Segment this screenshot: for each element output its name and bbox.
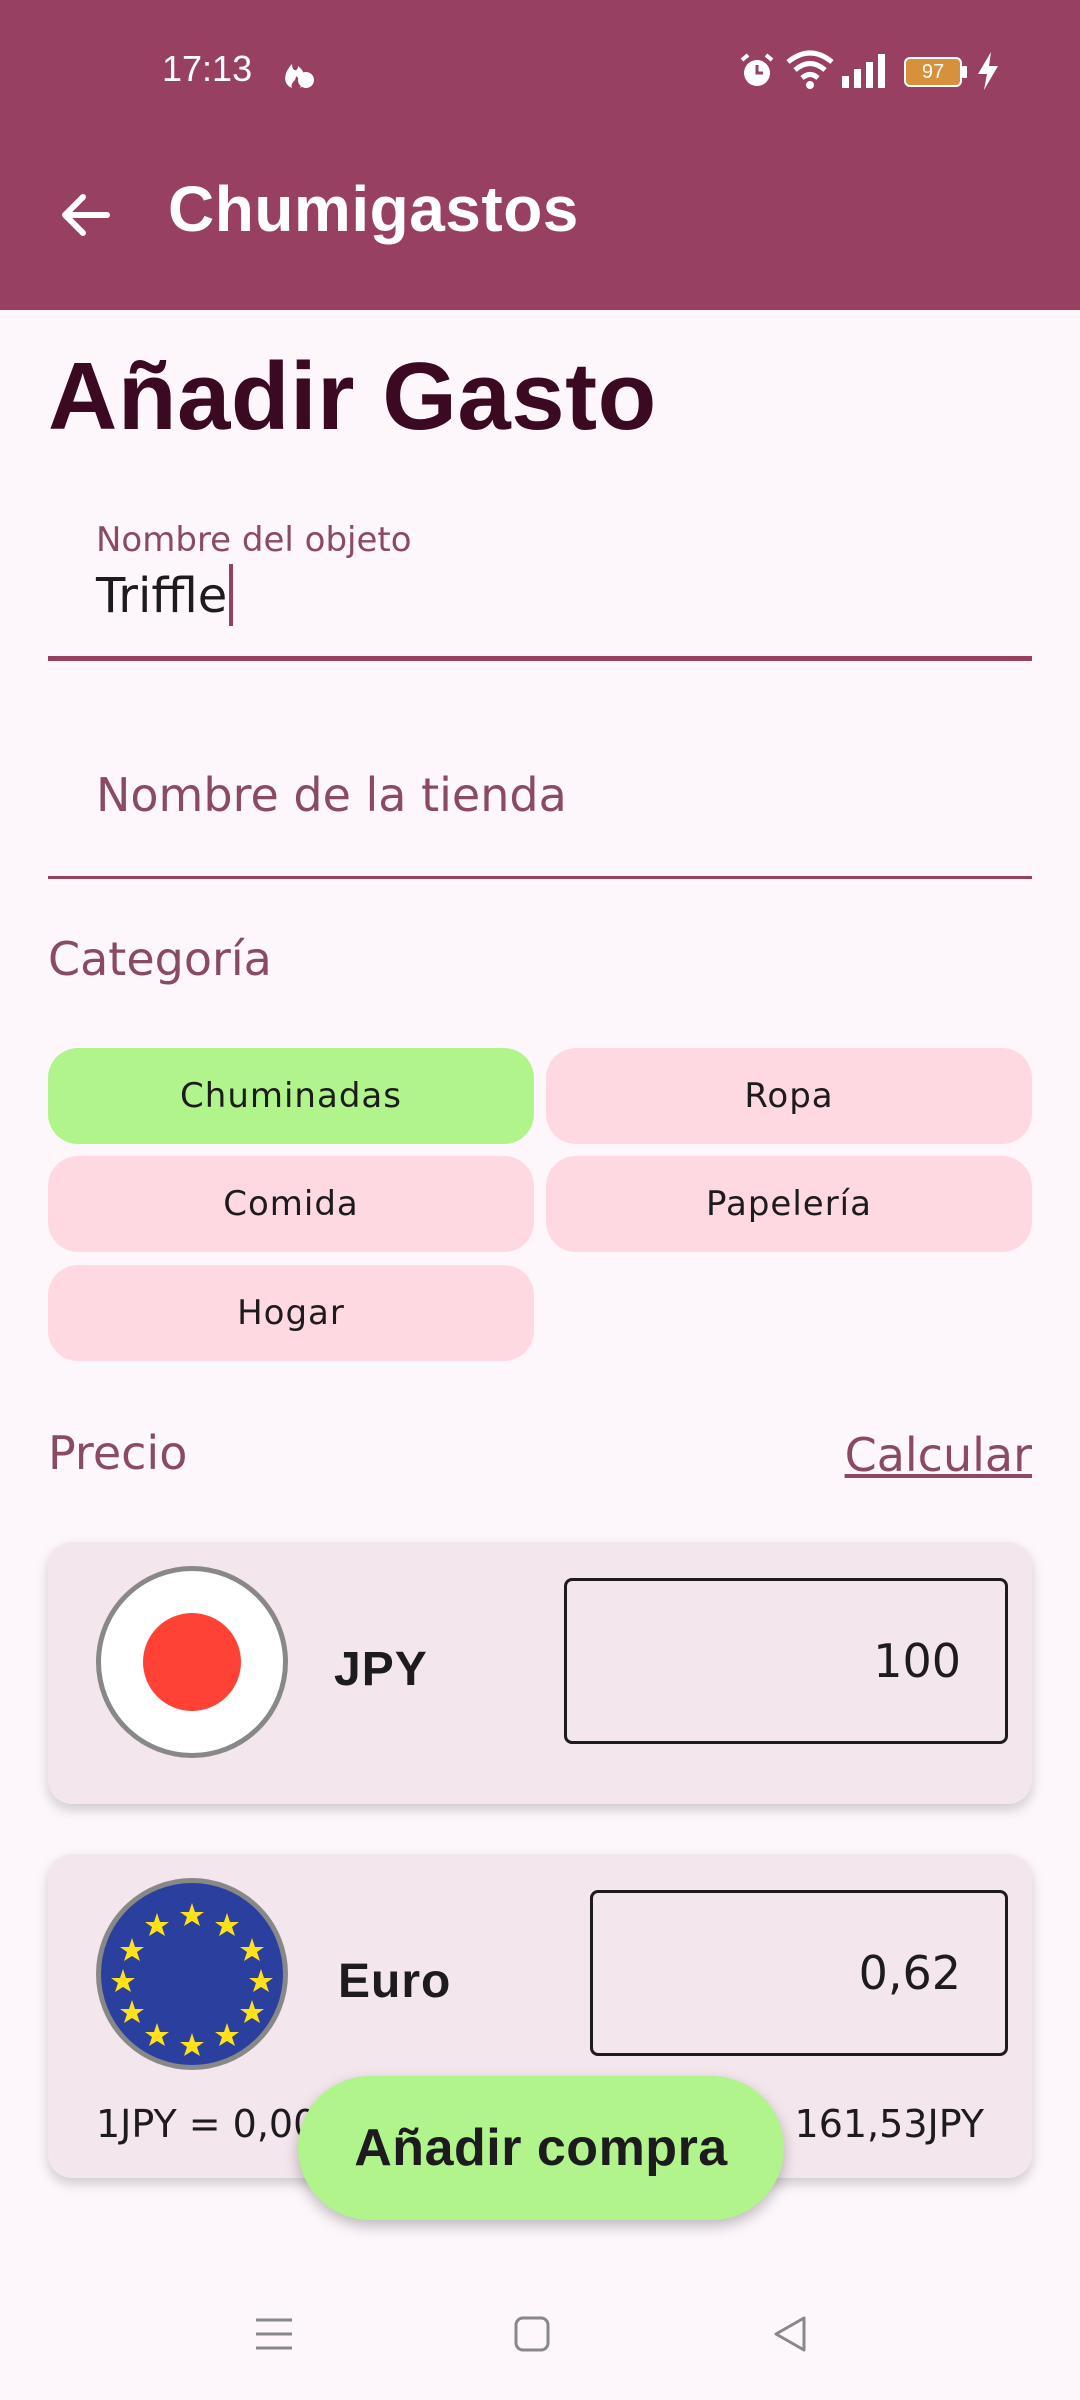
item-name-underline [48, 656, 1032, 661]
item-name-field[interactable]: Nombre del objeto Triffle [48, 500, 1032, 664]
chip-hogar[interactable]: Hogar [48, 1265, 534, 1361]
battery-icon: 97 [904, 56, 968, 88]
status-time: 17:13 [162, 48, 253, 89]
home-square-icon[interactable] [492, 2294, 572, 2374]
text-caret [229, 564, 234, 626]
item-name-text: Triffle [96, 568, 228, 624]
signal-icon [842, 54, 888, 88]
app-header: 17:13 97 Chumigastos [0, 0, 1080, 310]
item-name-value: Triffle [96, 564, 234, 630]
chip-chuminadas[interactable]: Chuminadas [48, 1048, 534, 1144]
app-title: Chumigastos [168, 173, 579, 245]
battery-level: 97 [921, 60, 945, 83]
wifi-icon [786, 50, 834, 90]
chip-ropa[interactable]: Ropa [546, 1048, 1032, 1144]
store-name-underline [48, 876, 1032, 879]
flame-icon [278, 52, 318, 92]
eu-flag-icon [96, 1878, 288, 2070]
currency-code-euro: Euro [338, 1955, 452, 2008]
category-label: Categoría [48, 932, 272, 986]
add-purchase-button[interactable]: Añadir compra [298, 2076, 784, 2220]
chip-papeleria[interactable]: Papelería [546, 1156, 1032, 1252]
amount-input-euro[interactable]: 0,62 [590, 1890, 1008, 2056]
alarm-icon [738, 52, 776, 90]
item-name-label: Nombre del objeto [96, 520, 412, 560]
calculate-link[interactable]: Calcular [845, 1428, 1032, 1482]
menu-icon[interactable] [234, 2294, 314, 2374]
system-nav-bar [0, 2266, 1080, 2400]
rate-text-left: 1JPY = 0,00 [96, 2102, 318, 2146]
arrow-left-icon [62, 194, 110, 236]
store-name-field[interactable]: Nombre de la tienda [48, 712, 1032, 880]
rate-text-right: 161,53JPY [794, 2102, 984, 2146]
charging-icon [976, 52, 1000, 90]
chip-comida[interactable]: Comida [48, 1156, 534, 1252]
currency-code-jpy: JPY [334, 1643, 428, 1696]
back-triangle-icon[interactable] [750, 2294, 830, 2374]
page-title: Añadir Gasto [48, 343, 657, 450]
back-button[interactable] [50, 180, 120, 250]
amount-input-jpy[interactable]: 100 [564, 1578, 1008, 1744]
store-name-placeholder: Nombre de la tienda [96, 768, 567, 822]
status-bar: 17:13 97 [0, 0, 1080, 140]
currency-card-jpy: JPY 100 [48, 1542, 1032, 1804]
japan-flag-icon [96, 1566, 288, 1758]
price-label: Precio [48, 1426, 188, 1480]
